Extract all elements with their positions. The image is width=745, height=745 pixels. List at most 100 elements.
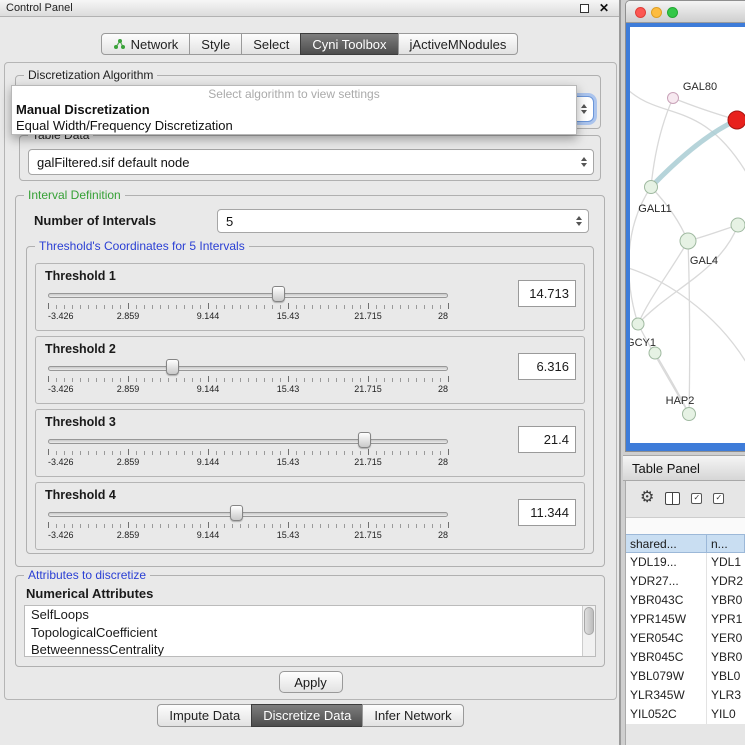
float-window-icon[interactable] <box>580 4 589 13</box>
threshold-slider[interactable]: -3.426 2.859 9.144 15.43 21.715 28 <box>48 288 448 328</box>
tab-cyni-toolbox[interactable]: Cyni Toolbox <box>300 33 398 55</box>
threshold-value-field[interactable]: 14.713 <box>518 280 576 307</box>
column-header-name[interactable]: n... <box>707 534 745 553</box>
threshold-slider[interactable]: -3.426 2.859 9.144 15.43 21.715 28 <box>48 507 448 547</box>
network-node[interactable] <box>731 218 745 232</box>
network-node[interactable] <box>632 318 644 330</box>
tab-impute-data[interactable]: Impute Data <box>157 704 252 727</box>
node-label: GCY1 <box>630 337 656 349</box>
tab-select[interactable]: Select <box>241 33 301 55</box>
slider-ruler <box>48 522 449 528</box>
algorithm-option-equal-width[interactable]: Equal Width/Frequency Discretization <box>12 118 576 134</box>
slider-thumb[interactable] <box>358 432 371 448</box>
slider-track[interactable] <box>48 439 448 444</box>
right-region: GAL80 GAL11 GAL4 GCY1 HAP2 Table Panel ⚙… <box>623 0 745 745</box>
table-panel: ⚙ ✓ ✓ shared... n... YDL19...YDL1 YDR27.… <box>625 481 745 745</box>
threshold-value-field[interactable]: 6.316 <box>518 353 576 380</box>
combo-stepper-icon <box>581 157 587 167</box>
minimize-traffic-light-icon[interactable] <box>651 7 662 18</box>
numerical-attributes-list[interactable]: SelfLoops TopologicalCoefficient Between… <box>24 605 596 657</box>
tick-label: 9.144 <box>197 530 220 540</box>
table-panel-toolbar: ⚙ ✓ ✓ <box>640 490 724 506</box>
slider-thumb[interactable] <box>272 286 285 302</box>
tab-network[interactable]: Network <box>101 33 191 55</box>
threshold-slider[interactable]: -3.426 2.859 9.144 15.43 21.715 28 <box>48 434 448 474</box>
slider-ruler <box>48 449 449 455</box>
network-node[interactable] <box>683 408 696 421</box>
slider-track[interactable] <box>48 293 448 298</box>
scrollbar-thumb[interactable] <box>584 607 594 635</box>
tab-label: jActiveMNodules <box>410 37 507 52</box>
interval-definition-group: Interval Definition Number of Intervals … <box>15 195 605 567</box>
algorithm-option-manual[interactable]: Manual Discretization <box>12 102 576 118</box>
slider-track[interactable] <box>48 366 448 371</box>
network-node[interactable] <box>668 93 679 104</box>
tick-label: 28 <box>438 311 448 321</box>
threshold-value-field[interactable]: 11.344 <box>518 499 576 526</box>
table-row[interactable]: YBR043CYBR0 <box>626 591 745 610</box>
table-row[interactable]: YBR045CYBR0 <box>626 648 745 667</box>
table-panel-spacer <box>626 517 745 534</box>
threshold-slider[interactable]: -3.426 2.859 9.144 15.43 21.715 28 <box>48 361 448 401</box>
threshold-value-field[interactable]: 21.4 <box>518 426 576 453</box>
slider-thumb[interactable] <box>166 359 179 375</box>
network-canvas[interactable]: GAL80 GAL11 GAL4 GCY1 HAP2 <box>626 23 745 452</box>
table-panel-titlebar: Table Panel <box>623 455 745 481</box>
tab-infer-network[interactable]: Infer Network <box>362 704 463 727</box>
columns-icon[interactable] <box>665 492 680 505</box>
network-edges <box>630 87 745 414</box>
tab-discretize-data[interactable]: Discretize Data <box>251 704 363 727</box>
apply-button[interactable]: Apply <box>279 671 343 693</box>
column-header-shared-name[interactable]: shared... <box>626 534 707 553</box>
table-header-row: shared... n... <box>626 534 745 553</box>
tick-label: -3.426 <box>48 384 74 394</box>
checkbox-icon[interactable]: ✓ <box>691 493 702 504</box>
threshold-label: Threshold 4 <box>45 488 116 502</box>
network-icon <box>113 38 126 50</box>
list-item[interactable]: TopologicalCoefficient <box>25 624 595 642</box>
table-row[interactable]: YLR345WYLR3 <box>626 686 745 705</box>
list-item[interactable]: SelfLoops <box>25 606 595 624</box>
threshold-label: Threshold 3 <box>45 415 116 429</box>
list-item[interactable]: BetweennessCentrality <box>25 641 595 657</box>
table-data-combo[interactable]: galFiltered.sif default node <box>28 149 594 175</box>
table-row[interactable]: YBL079WYBL0 <box>626 667 745 686</box>
table-row[interactable]: YDL19...YDL1 <box>626 553 745 572</box>
checkbox-icon[interactable]: ✓ <box>713 493 724 504</box>
gear-icon[interactable]: ⚙ <box>640 490 654 506</box>
node-label: GAL11 <box>638 203 671 215</box>
network-node-selected-red[interactable] <box>728 111 745 129</box>
network-window-titlebar[interactable] <box>626 1 745 23</box>
tick-label: 21.715 <box>354 530 382 540</box>
table-row[interactable]: YDR27...YDR2 <box>626 572 745 591</box>
table-row[interactable]: YPR145WYPR1 <box>626 610 745 629</box>
threshold-label: Threshold 2 <box>45 342 116 356</box>
threshold-block-3: Threshold 3 -3.426 2.859 9.144 15.43 21.… <box>35 409 585 477</box>
tab-jactivemnodules[interactable]: jActiveMNodules <box>398 33 519 55</box>
slider-ruler <box>48 376 449 382</box>
threshold-block-1: Threshold 1 -3.426 2.859 9.144 15.43 21.… <box>35 263 585 331</box>
tab-label: Discretize Data <box>263 708 351 723</box>
slider-thumb[interactable] <box>230 505 243 521</box>
zoom-traffic-light-icon[interactable] <box>667 7 678 18</box>
close-traffic-light-icon[interactable] <box>635 7 646 18</box>
highlighted-edge[interactable] <box>651 120 737 187</box>
tick-label: -3.426 <box>48 530 74 540</box>
scrollbar[interactable] <box>582 606 595 656</box>
table-row[interactable]: YIL052CYIL0 <box>626 705 745 724</box>
network-node[interactable] <box>680 233 696 249</box>
table-row[interactable]: YER054CYER0 <box>626 629 745 648</box>
tab-label: Infer Network <box>374 708 451 723</box>
node-label: GAL80 <box>683 81 717 93</box>
close-icon[interactable]: ✕ <box>599 1 609 15</box>
tick-label: 9.144 <box>197 384 220 394</box>
cyni-toolbox-panel: Discretization Algorithm Select algorith… <box>4 62 617 700</box>
network-view-window: GAL80 GAL11 GAL4 GCY1 HAP2 <box>625 0 745 452</box>
tab-style[interactable]: Style <box>189 33 242 55</box>
slider-track[interactable] <box>48 512 448 517</box>
top-tabbar: Network Style Select Cyni Toolbox jActiv… <box>0 33 619 55</box>
number-of-intervals-label: Number of Intervals <box>34 213 156 228</box>
number-of-intervals-combo[interactable]: 5 <box>217 209 589 233</box>
network-node[interactable] <box>645 181 658 194</box>
tick-label: 15.43 <box>277 530 300 540</box>
